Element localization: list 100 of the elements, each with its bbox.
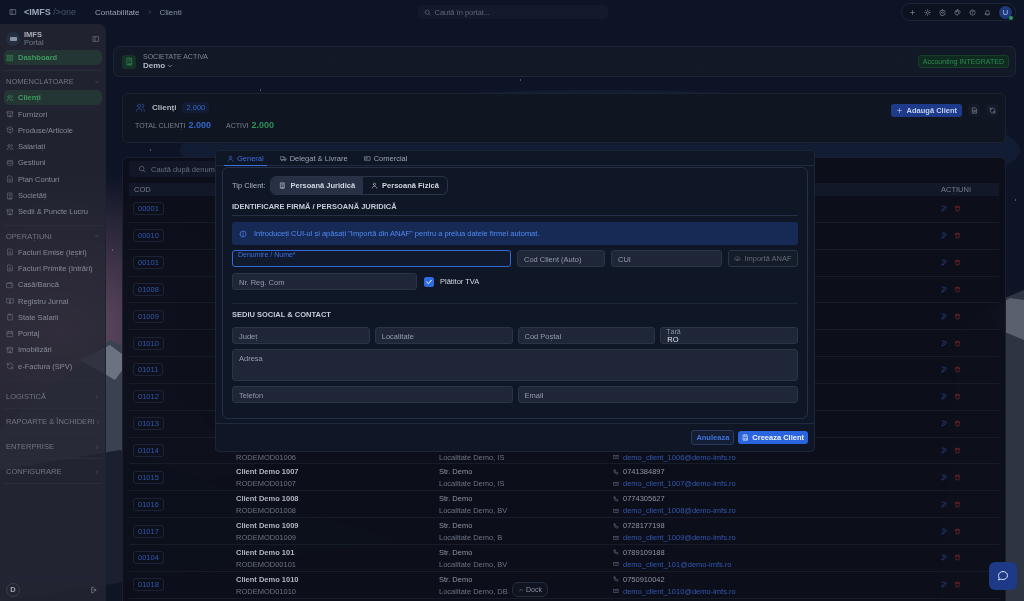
truck-icon — [279, 155, 287, 162]
plus-icon[interactable] — [909, 8, 916, 16]
users-icon — [6, 93, 14, 102]
info-icon — [239, 229, 247, 238]
edit-icon[interactable] — [941, 554, 948, 562]
page-title: Clienți — [152, 103, 177, 112]
edit-icon[interactable] — [941, 447, 948, 454]
user-icon — [371, 182, 379, 189]
wallet-icon — [6, 280, 14, 289]
calendar-icon — [6, 329, 14, 338]
caret-icon — [167, 62, 174, 69]
delete-icon[interactable] — [954, 312, 961, 320]
phone-icon — [613, 576, 619, 583]
edit-icon[interactable] — [941, 205, 948, 213]
card-icon — [363, 155, 371, 162]
building-icon — [6, 191, 14, 200]
delete-icon[interactable] — [954, 232, 961, 240]
delete-icon[interactable] — [954, 554, 961, 562]
store-icon — [6, 345, 14, 354]
chat-button[interactable] — [989, 562, 1017, 590]
export-button[interactable] — [968, 104, 980, 116]
delete-icon[interactable] — [954, 500, 961, 508]
cube-icon — [6, 126, 14, 135]
store-icon — [6, 207, 14, 216]
logout-icon[interactable] — [90, 585, 98, 594]
chevron-right-icon — [94, 443, 100, 450]
mail-icon — [613, 480, 619, 487]
delete-icon[interactable] — [954, 366, 961, 374]
stat-value: 2.000 — [251, 120, 275, 130]
edit-icon[interactable] — [941, 312, 948, 320]
edit-icon[interactable] — [941, 339, 948, 347]
edit-icon[interactable] — [941, 527, 948, 535]
refresh-icon — [6, 362, 14, 371]
search-icon — [423, 8, 431, 16]
palette-icon[interactable] — [954, 8, 961, 16]
edit-icon[interactable] — [941, 500, 948, 508]
document-icon — [6, 264, 14, 273]
company-selector[interactable]: Demo — [143, 61, 174, 70]
cloud-icon — [734, 255, 742, 262]
delete-icon[interactable] — [954, 205, 961, 213]
refresh-button[interactable] — [986, 104, 998, 116]
document-icon — [6, 248, 14, 257]
mail-icon — [613, 561, 619, 568]
delete-icon[interactable] — [954, 447, 961, 454]
delete-icon[interactable] — [954, 285, 961, 293]
mail-icon — [613, 534, 619, 541]
grid-icon — [6, 53, 14, 62]
online-status-dot — [1009, 15, 1013, 20]
edit-icon[interactable] — [941, 393, 948, 401]
document-icon — [970, 106, 978, 114]
users-icon — [6, 142, 14, 151]
book-icon — [6, 297, 14, 306]
delete-icon[interactable] — [954, 581, 961, 589]
delete-icon[interactable] — [954, 393, 961, 401]
user-icon — [227, 155, 234, 162]
checkbox[interactable] — [424, 276, 434, 287]
phone-icon — [613, 549, 619, 556]
edit-icon[interactable] — [941, 259, 948, 267]
store-icon — [6, 110, 14, 119]
building-icon — [279, 182, 287, 189]
delete-icon[interactable] — [954, 339, 961, 347]
delete-icon[interactable] — [954, 527, 961, 535]
edit-icon[interactable] — [941, 366, 948, 374]
stat-value: 2.000 — [188, 120, 211, 130]
mail-icon — [613, 588, 619, 595]
chevron-right-icon — [94, 418, 101, 425]
edit-icon[interactable] — [941, 420, 948, 428]
edit-icon[interactable] — [941, 285, 948, 293]
chevron-right-icon — [146, 9, 153, 15]
notifications-icon[interactable] — [984, 8, 991, 16]
mail-icon — [613, 454, 619, 460]
database-icon — [6, 159, 14, 167]
chevron-right-icon — [94, 393, 100, 400]
save-icon — [742, 434, 750, 441]
theme-icon[interactable] — [924, 8, 931, 16]
edit-icon[interactable] — [941, 473, 948, 481]
edit-icon[interactable] — [941, 232, 948, 240]
delete-icon[interactable] — [954, 420, 961, 428]
logo: <IMFS />one — [24, 7, 77, 17]
edit-icon[interactable] — [941, 581, 948, 589]
refresh-icon — [988, 106, 996, 114]
sidebar-toggle-icon[interactable] — [9, 8, 17, 16]
search-icon — [138, 165, 146, 173]
building-icon — [124, 57, 134, 66]
plus-icon — [895, 107, 903, 114]
chevron-up-icon — [518, 586, 524, 593]
settings-icon[interactable] — [939, 8, 946, 16]
input-field[interactable] — [232, 250, 511, 267]
logo-icon — [6, 31, 20, 46]
delete-icon[interactable] — [954, 473, 961, 481]
phone-icon — [613, 468, 619, 475]
phone-icon — [613, 522, 619, 529]
delete-icon[interactable] — [954, 259, 961, 267]
breadcrumb-link[interactable]: Contabilitate — [95, 7, 140, 17]
help-icon[interactable] — [969, 8, 976, 16]
chevron-down-icon — [94, 78, 100, 85]
users-icon — [135, 102, 146, 113]
chat-icon — [997, 570, 1009, 582]
collapse-sidebar-icon[interactable] — [92, 34, 100, 43]
breadcrumb-current: Clienti — [159, 7, 182, 17]
